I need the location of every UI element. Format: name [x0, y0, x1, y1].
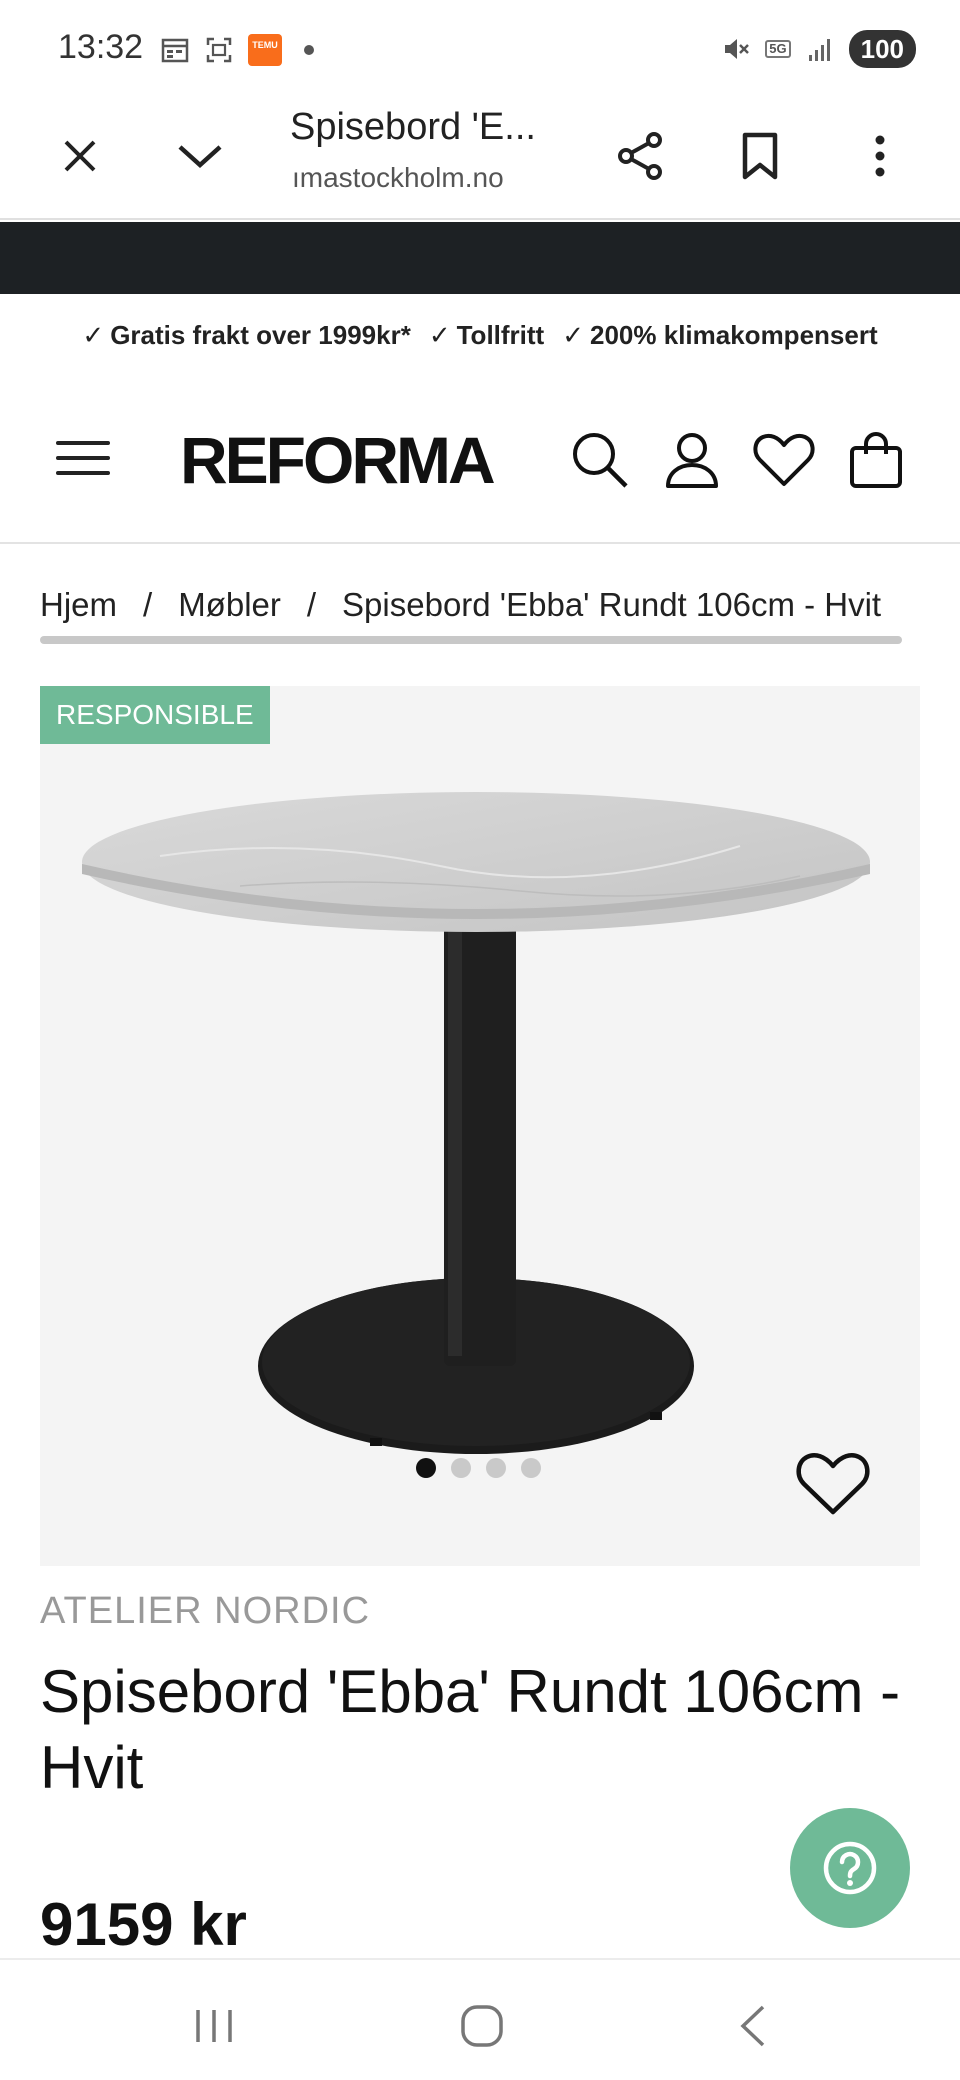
wishlist-icon[interactable] — [752, 428, 816, 492]
more-icon[interactable] — [850, 126, 910, 186]
usp-item: ✓ 200% klimakompensert — [562, 319, 878, 350]
breadcrumb-item-current: Spisebord 'Ebba' Rundt 106cm - Hvit — [342, 586, 882, 623]
usp-strip: ✓ Gratis frakt over 1999kr* ✓ Tollfritt … — [0, 300, 960, 370]
responsible-badge: RESPONSIBLE — [40, 686, 270, 744]
breadcrumb-item-home[interactable]: Hjem — [40, 586, 117, 624]
browser-toolbar: Spisebord 'E... ımastockholm.no — [0, 96, 960, 220]
network-type: 5G — [765, 40, 791, 58]
check-icon: ✓ — [562, 319, 585, 350]
product-gallery[interactable]: RESPONSIBLE — [40, 686, 920, 1566]
gallery-dot[interactable] — [451, 1458, 471, 1478]
breadcrumb-separator: / — [306, 586, 317, 623]
back-icon[interactable] — [722, 1996, 782, 2056]
system-nav-bar — [0, 1958, 960, 2080]
bookmark-icon[interactable] — [730, 126, 790, 186]
browser-page-title[interactable]: Spisebord 'E... — [290, 106, 536, 149]
signal-icon — [805, 34, 835, 64]
screenshot-icon — [204, 35, 234, 65]
search-icon[interactable] — [568, 428, 632, 492]
site-header: REFORMA — [0, 390, 960, 544]
check-icon: ✓ — [82, 319, 105, 350]
breadcrumb-separator: / — [143, 586, 153, 623]
announcement-bar — [0, 222, 960, 294]
close-icon[interactable] — [50, 126, 110, 186]
gallery-dot[interactable] — [486, 1458, 506, 1478]
gallery-dot[interactable] — [521, 1458, 541, 1478]
recent-apps-icon[interactable] — [184, 1996, 244, 2056]
status-bar: 13:32 TEMU 5G 100 — [0, 0, 960, 96]
breadcrumb: Hjem / Møbler / Spisebord 'Ebba' Rundt 1… — [40, 580, 902, 630]
breadcrumb-scrollbar[interactable] — [40, 636, 902, 644]
chevron-down-icon[interactable] — [170, 126, 230, 186]
help-button[interactable] — [790, 1808, 910, 1928]
product-image — [82, 792, 870, 1454]
help-icon — [823, 1841, 877, 1895]
battery-indicator: 100 — [848, 30, 916, 68]
cart-icon[interactable] — [844, 428, 908, 492]
temu-icon: TEMU — [248, 34, 282, 66]
status-system: 5G 100 — [721, 30, 916, 68]
breadcrumb-item-furniture[interactable]: Møbler — [178, 586, 281, 624]
usp-item: ✓ Tollfritt — [428, 319, 545, 350]
status-time: 13:32 — [58, 28, 144, 66]
menu-icon[interactable] — [56, 434, 110, 488]
check-icon: ✓ — [428, 319, 451, 350]
product-brand[interactable]: ATELIER NORDIC — [40, 1590, 370, 1633]
gallery-dot[interactable] — [416, 1458, 436, 1478]
site-logo[interactable]: REFORMA — [180, 422, 496, 498]
account-icon[interactable] — [660, 428, 724, 492]
share-icon[interactable] — [610, 126, 670, 186]
mute-icon — [721, 34, 751, 64]
usp-item: ✓ Gratis frakt over 1999kr* — [82, 319, 411, 350]
calendar-icon — [160, 35, 190, 65]
product-title: Spisebord 'Ebba' Rundt 106cm - Hvit — [40, 1658, 901, 1801]
status-notifications: TEMU — [160, 34, 314, 66]
favorite-heart-icon[interactable] — [794, 1448, 872, 1518]
product-price: 9159 kr — [40, 1891, 247, 1958]
gallery-pagination — [416, 1458, 541, 1478]
home-icon[interactable] — [452, 1996, 512, 2056]
more-notifications-dot — [304, 45, 314, 55]
browser-url[interactable]: ımastockholm.no — [292, 162, 532, 194]
